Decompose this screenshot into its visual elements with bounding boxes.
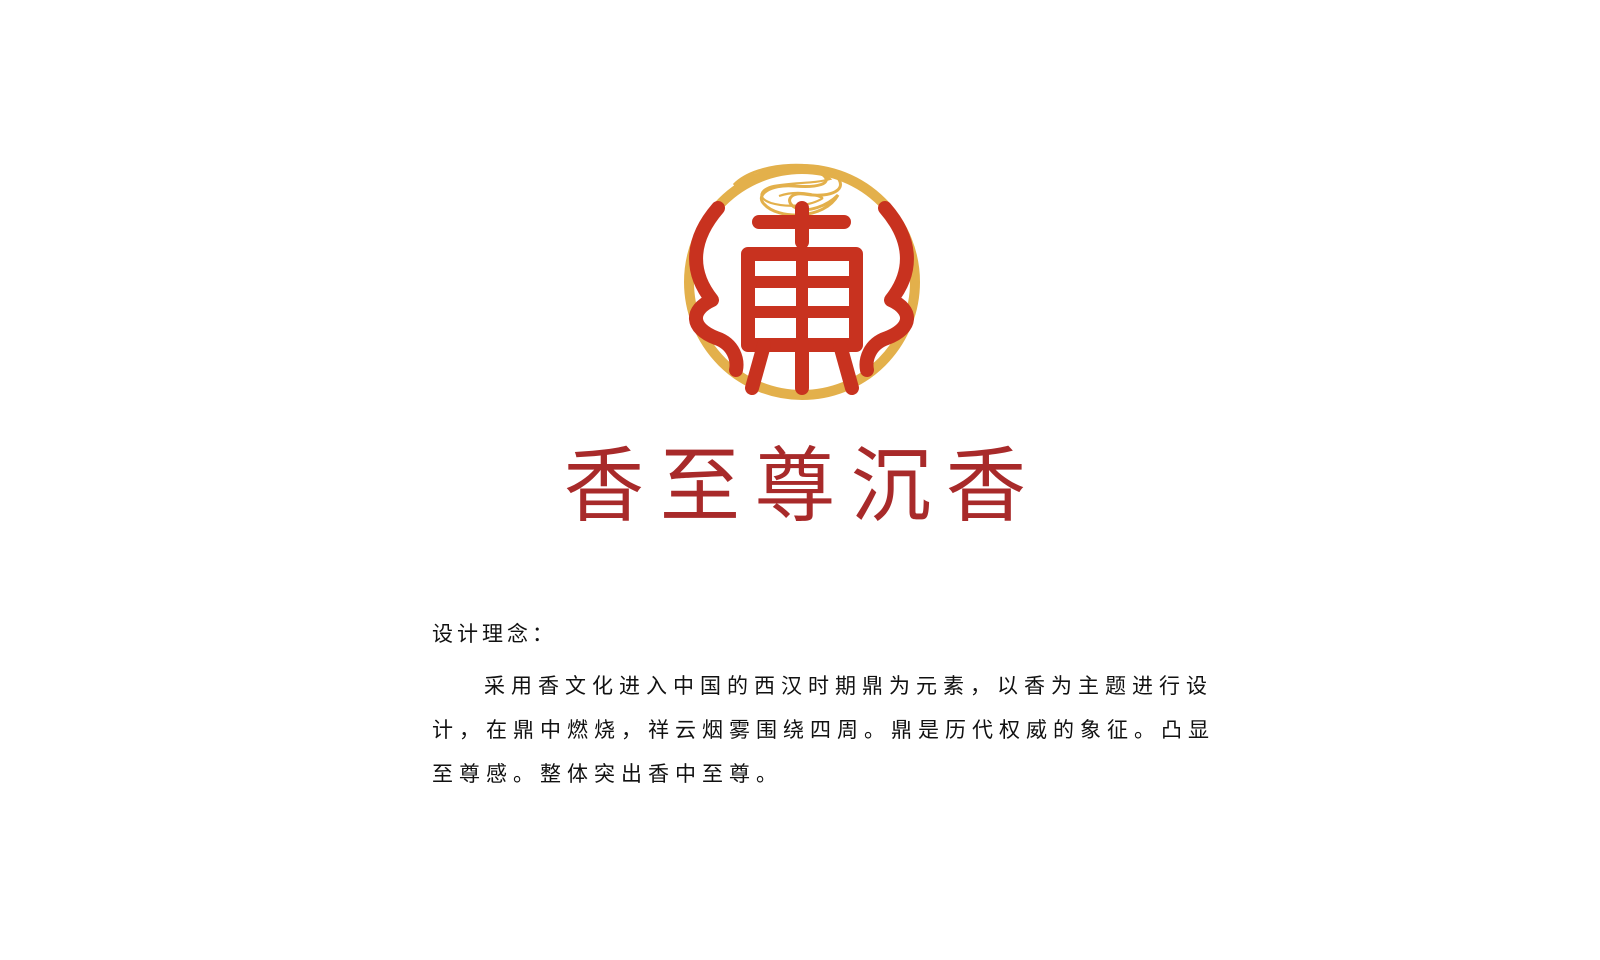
brand-char-2: 至 xyxy=(659,439,740,534)
brand-char-4: 沉 xyxy=(850,439,931,534)
page: { "logo": { "brand_name_chars": ["香", "至… xyxy=(0,0,1600,960)
design-concept: 设计理念： 采用香文化进入中国的西汉时期鼎为元素，以香为主题进行设计，在鼎中燃烧… xyxy=(432,622,1222,796)
incense-cauldron-emblem-icon xyxy=(684,163,920,400)
concept-body: 采用香文化进入中国的西汉时期鼎为元素，以香为主题进行设计，在鼎中燃烧，祥云烟雾围… xyxy=(432,674,1215,787)
brand-char-1: 香 xyxy=(563,439,645,534)
logo-emblem xyxy=(676,150,926,410)
concept-title: 设计理念： xyxy=(432,622,557,646)
brand-char-3: 尊 xyxy=(754,439,836,534)
brand-name: 香 至 尊 沉 香 xyxy=(560,432,1030,542)
brand-char-5: 香 xyxy=(945,439,1027,534)
left-handle xyxy=(689,201,744,377)
